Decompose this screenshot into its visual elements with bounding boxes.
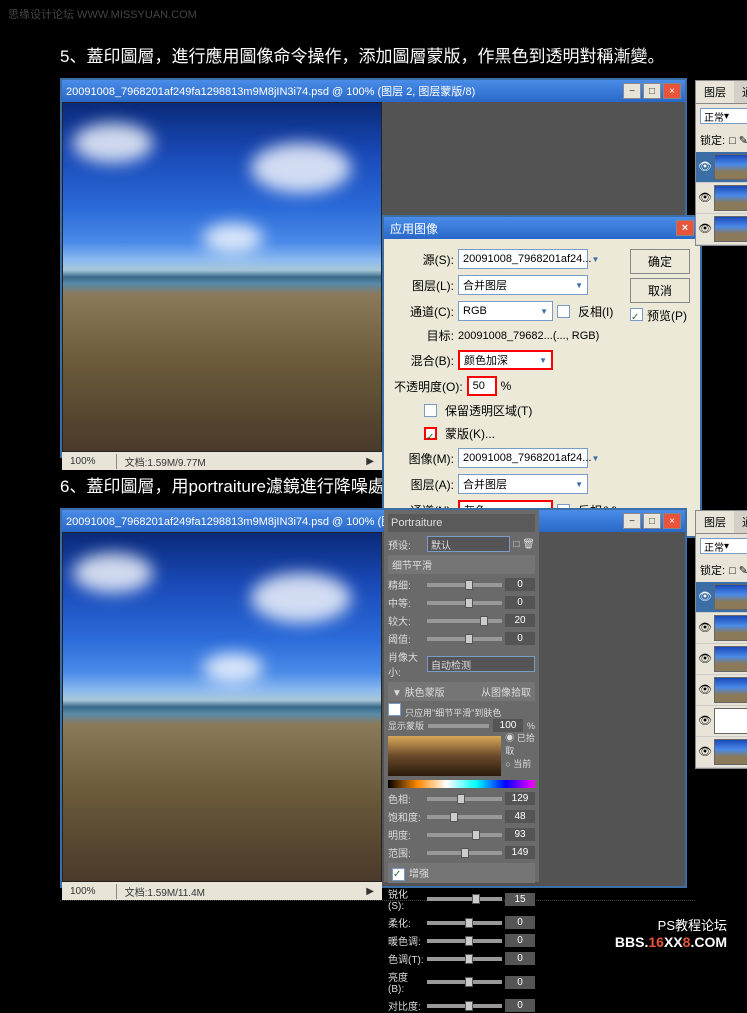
only-apply-checkbox[interactable] [388, 703, 401, 716]
visibility-icon[interactable]: 👁 [698, 191, 712, 205]
layer-thumbnail [714, 154, 747, 180]
threshold-slider[interactable] [427, 637, 502, 641]
color-ramp[interactable] [388, 780, 535, 788]
step-5-text: 5、蓋印圖層，進行應用圖像命令操作，添加圖層蒙版，作黑色到透明對稱漸變。 [60, 43, 687, 70]
channel-dropdown[interactable]: RGB [458, 301, 553, 321]
visibility-icon[interactable]: 👁 [698, 745, 712, 759]
footer-watermark: PS教程论坛 BBS.16XX8.COM [0, 907, 747, 958]
visibility-icon[interactable]: 👁 [698, 160, 712, 174]
medium-slider[interactable] [427, 601, 502, 605]
dialog-title-bar[interactable]: 应用图像 × [384, 217, 700, 239]
preserve-trans-checkbox[interactable] [424, 404, 437, 417]
sharp-slider[interactable] [427, 897, 502, 901]
tab-layers[interactable]: 图层 [696, 81, 734, 103]
contrast-slider[interactable] [427, 1004, 502, 1008]
lat-slider[interactable] [427, 851, 502, 855]
tab-channels[interactable]: 通道 [734, 511, 747, 533]
mask-image-dropdown[interactable]: 20091008_7968201af24... [458, 448, 588, 468]
blend-mode-dropdown[interactable]: 正常 ▾ [700, 538, 747, 554]
cancel-button[interactable]: 取消 [630, 278, 690, 303]
layer-item[interactable]: 👁 背... [696, 706, 747, 737]
layers-panel: 图层 通道 路径 正常 ▾ 不透明度: 100% 锁定: □ ✎ ✥ 🔒 填充:… [695, 80, 747, 246]
window-title: 20091008_7968201af249fa1298813m9M8jIN3i7… [66, 83, 623, 99]
beach-image-2 [62, 532, 382, 882]
beach-image [62, 102, 382, 452]
section-detail-smoothing: 细节平滑 [388, 555, 535, 574]
invert-checkbox[interactable] [557, 305, 570, 318]
tab-layers[interactable]: 图层 [696, 511, 734, 533]
visibility-icon[interactable]: 👁 [698, 590, 712, 604]
warm-slider[interactable] [427, 939, 502, 943]
mask-layer-dropdown[interactable]: 合并图层 [458, 474, 588, 494]
maximize-button[interactable]: □ [643, 83, 661, 99]
watermark-top: 思缘设计论坛 WWW.MISSYUAN.COM [0, 0, 747, 28]
layer-thumbnail [714, 615, 747, 641]
layer-thumbnail [714, 708, 747, 734]
divider [60, 900, 695, 901]
apply-image-dialog: 应用图像 × 源(S): 20091008_7968201af24... 图层(… [382, 215, 702, 538]
opacity-input[interactable] [467, 376, 497, 396]
layer-thumbnail [714, 739, 747, 765]
lum-slider[interactable] [427, 833, 502, 837]
window-title-2: 20091008_7968201af249fa1298813m9M8jIN3i7… [66, 513, 623, 529]
portraiture-panel: Portraiture 预设: 默认 □ 🗑 细节平滑 精细:0 中等:0 较大… [384, 510, 539, 882]
hue-slider[interactable] [427, 797, 502, 801]
close-button[interactable]: × [663, 513, 681, 529]
maximize-button[interactable]: □ [643, 513, 661, 529]
large-slider[interactable] [427, 619, 502, 623]
visibility-icon[interactable]: 👁 [698, 714, 712, 728]
canvas-area-2[interactable]: 100% 文档:1.59M/11.4M ▶ [62, 532, 382, 900]
title-bar: 20091008_7968201af249fa1298813m9M8jIN3i7… [62, 80, 685, 102]
layer-item[interactable]: 👁 背景 [696, 737, 747, 768]
layer-item[interactable]: 👁 图... [696, 644, 747, 675]
visibility-icon[interactable]: 👁 [698, 683, 712, 697]
preset-dropdown[interactable]: 默认 [427, 536, 510, 552]
photoshop-window-2: 20091008_7968201af249fa1298813m9M8jIN3i7… [60, 508, 687, 888]
layer-item[interactable]: 👁 图层 3 [696, 582, 747, 613]
enhance-checkbox[interactable] [392, 868, 405, 881]
layer-thumbnail [714, 584, 747, 610]
portrait-size-dropdown[interactable]: 自动检测 [427, 656, 535, 672]
blend-mode-dropdown[interactable]: 正常 ▾ [700, 108, 747, 124]
preview-checkbox[interactable] [630, 308, 643, 321]
layer-thumbnail [714, 677, 747, 703]
canvas-area[interactable]: 100% 文档:1.59M/9.77M ▶ [62, 102, 382, 470]
visibility-icon[interactable]: 👁 [698, 621, 712, 635]
layer-item[interactable]: 👁 图... [696, 183, 747, 214]
visibility-icon[interactable]: 👁 [698, 222, 712, 236]
layer-item[interactable]: 👁 图层 2 [696, 152, 747, 183]
photoshop-window-1: 20091008_7968201af249fa1298813m9M8jIN3i7… [60, 78, 687, 458]
layer-dropdown[interactable]: 合并图层 [458, 275, 588, 295]
source-dropdown[interactable]: 20091008_7968201af24... [458, 249, 588, 269]
bright-slider[interactable] [427, 980, 502, 984]
title-bar-2: 20091008_7968201af249fa1298813m9M8jIN3i7… [62, 510, 685, 532]
visibility-icon[interactable]: 👁 [698, 652, 712, 666]
blend-dropdown[interactable]: 颜色加深 [458, 350, 553, 370]
layers-panel-2: 图层 通道 路径 正常 ▾ 不透明度: 100% 锁定: □ ✎ ✥ 🔒 填充:… [695, 510, 747, 769]
minimize-button[interactable]: − [623, 513, 641, 529]
layer-item[interactable]: 👁 图层 2 [696, 613, 747, 644]
mask-opacity-slider[interactable] [428, 724, 489, 728]
dialog-close-button[interactable]: × [676, 220, 694, 236]
section-enhancements: 增强 [388, 863, 535, 883]
tab-channels[interactable]: 通道 [734, 81, 747, 103]
close-button[interactable]: × [663, 83, 681, 99]
status-bar: 100% 文档:1.59M/9.77M ▶ [62, 452, 382, 470]
minimize-button[interactable]: − [623, 83, 641, 99]
layer-item[interactable]: 👁 图层 1 [696, 675, 747, 706]
status-bar-2: 100% 文档:1.59M/11.4M ▶ [62, 882, 382, 900]
mask-checkbox[interactable] [424, 427, 437, 440]
plugin-title: Portraiture [388, 514, 535, 532]
color-swatch[interactable] [388, 736, 501, 776]
ok-button[interactable]: 确定 [630, 249, 690, 274]
tint-slider[interactable] [427, 957, 502, 961]
layer-thumbnail [714, 216, 747, 242]
layer-thumbnail [714, 646, 747, 672]
sat-slider[interactable] [427, 815, 502, 819]
layer-item[interactable]: 👁 图层 1 [696, 214, 747, 245]
soft-slider[interactable] [427, 921, 502, 925]
section-skin-tone: ▼ 肤色蒙版 从图像拾取 [388, 682, 535, 701]
fine-slider[interactable] [427, 583, 502, 587]
layer-thumbnail [714, 185, 747, 211]
